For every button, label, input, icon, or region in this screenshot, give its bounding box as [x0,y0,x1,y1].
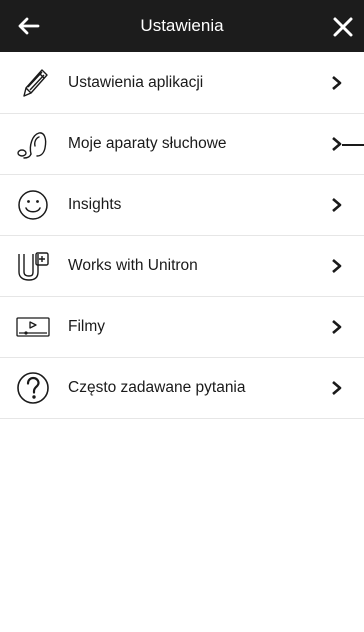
menu-item-label: Ustawienia aplikacji [68,73,204,91]
menu-item-app-settings[interactable]: Ustawienia aplikacji [0,52,364,114]
menu-item-label: Moje aparaty słuchowe [68,135,227,152]
pencil-icon [23,68,48,97]
arrow-left-icon[interactable] [14,12,42,40]
unitron-icon [18,252,49,281]
chevron-right-icon [332,75,342,90]
menu-item-insights[interactable]: Insights [0,175,364,236]
menu-item-label: Insights [68,196,122,213]
smiley-icon [18,190,48,220]
hearing-aid-icon [17,132,47,159]
top-bar: Ustawienia [0,0,364,52]
menu-item-label: Często zadawane pytania [68,379,246,396]
question-icon [17,372,49,404]
menu-item-label: Works with Unitron [68,257,198,274]
menu-item-works-with-unitron[interactable]: Works with Unitron [0,236,364,297]
close-icon[interactable] [330,14,356,40]
chevron-right-icon [332,320,342,334]
chevron-right-icon [332,198,342,212]
menu-item-label: Filmy [68,318,106,335]
page-title: Ustawienia [140,16,224,35]
menu-item-my-hearing-aids[interactable]: Moje aparaty słuchowe [0,114,364,175]
settings-menu: Ustawienia aplikacji Moje aparaty słucho… [0,52,364,419]
chevron-right-icon [332,381,342,395]
video-icon [16,317,50,337]
menu-item-videos[interactable]: Filmy [0,297,364,358]
divider-line [342,144,364,146]
chevron-right-icon [332,259,342,273]
menu-item-faq[interactable]: Często zadawane pytania [0,358,364,419]
